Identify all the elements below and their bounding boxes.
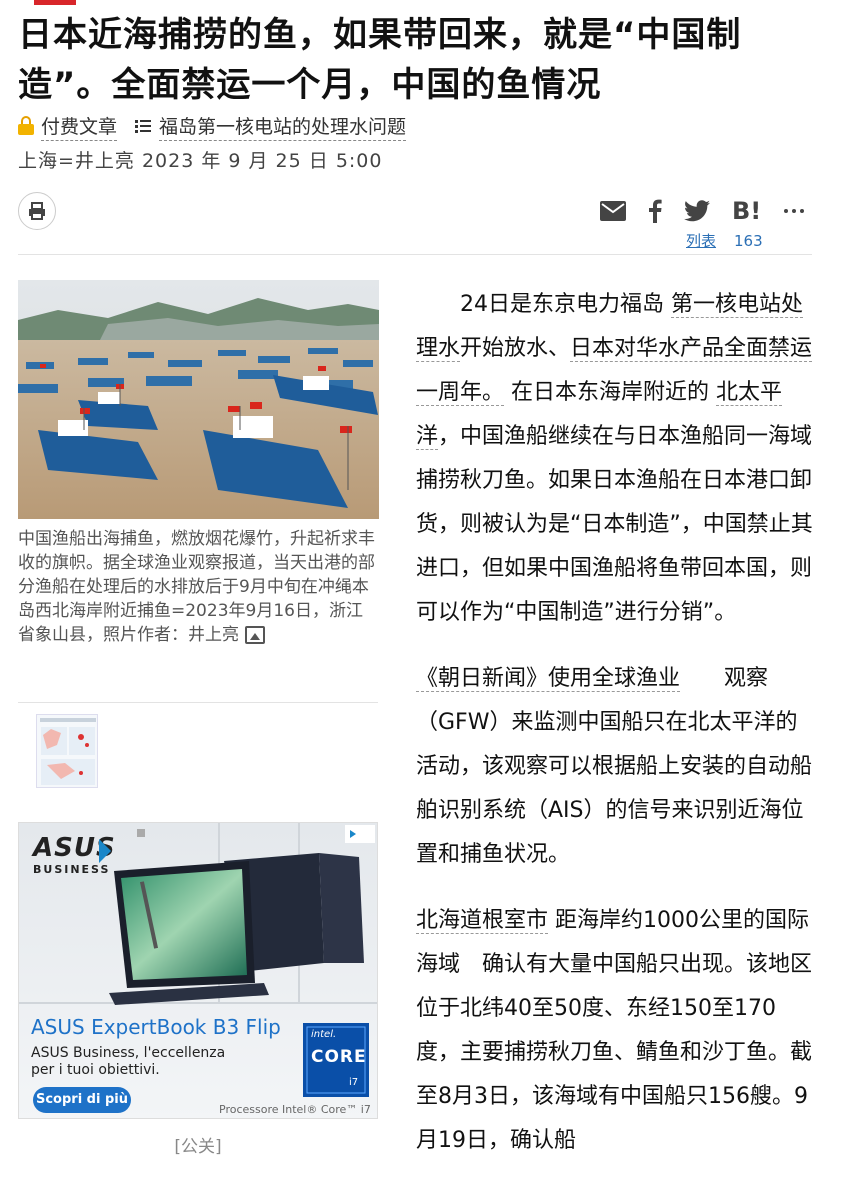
share-bar: B! [600, 196, 805, 226]
fishing-boats-image [18, 280, 379, 519]
ad-tagline: ASUS Business, l'eccellenza per i tuoi o… [31, 1045, 226, 1078]
text-run: ，中国渔船继续在与日本渔船同一海域捕捞秋刀鱼。如果日本渔船在日本港口卸货，则被认… [416, 424, 813, 625]
category-tag [34, 0, 76, 5]
byline: 上海=井上亮 2023 年 9 月 25 日 5:00 [18, 150, 383, 172]
article-body: 24日是东京电力福岛 第一核电站处理水开始放水、日本对华水产品全面禁运一周年。 … [416, 283, 816, 1185]
topic-link[interactable]: 福岛第一核电站的处理水问题 [159, 112, 407, 141]
text-run: 开始放水、 [460, 336, 571, 361]
i7-label: i7 [349, 1077, 359, 1088]
ad-cta-button[interactable]: Scopri di più [33, 1087, 131, 1113]
photo-caption: 中国渔船出海捕鱼，燃放烟花爆竹，升起祈求丰收的旗帜。据全球渔业观察报道，当天出港… [18, 527, 378, 647]
share-count-row: 列表 163 [686, 230, 763, 251]
article-meta: 付费文章 福岛第一核电站的处理水问题 [18, 112, 407, 141]
divider [18, 254, 812, 255]
map-image [37, 715, 97, 787]
paid-article-link[interactable]: 付费文章 [41, 112, 118, 141]
paragraph-2: 《朝日新闻》使用全球渔业 观察（GFW）来监测中国船只在北太平洋的活动，该观察可… [416, 657, 816, 877]
facebook-icon[interactable] [648, 199, 662, 223]
divider [18, 702, 378, 703]
text-run: 距海岸约1000公里的国际海域 确认有大量中国船只出现。该地区位于北纬40至50… [416, 908, 813, 1153]
print-button[interactable] [18, 192, 56, 230]
intel-logo: intel. [311, 1029, 337, 1040]
article-photo[interactable] [18, 280, 379, 519]
brand-chevron-icon [99, 839, 111, 863]
bookmark-count: 163 [734, 232, 763, 250]
text-run: 在日本东海岸附近的 [504, 380, 717, 405]
hatena-bookmark-icon[interactable]: B! [732, 197, 761, 225]
mail-icon[interactable] [600, 201, 626, 221]
list-icon [135, 119, 152, 133]
ad-label: [公关] [174, 1137, 222, 1157]
map-thumbnail[interactable] [36, 714, 98, 788]
list-link[interactable]: 列表 [686, 232, 716, 250]
paragraph-1: 24日是东京电力福岛 第一核电站处理水开始放水、日本对华水产品全面禁运一周年。 … [416, 283, 816, 635]
more-icon[interactable] [783, 208, 805, 214]
advertisement[interactable]: ASUS BUSINESS ASUS ExpertBook B3 Flip AS… [18, 822, 378, 1119]
photo-caption-text: 中国渔船出海捕鱼，燃放烟花爆竹，升起祈求丰收的旗帜。据全球渔业观察报道，当天出港… [18, 529, 375, 645]
ad-product-name: ASUS ExpertBook B3 Flip [31, 1015, 281, 1039]
keyword-link-asahi-gfw[interactable]: 《朝日新闻》使用全球渔业 [416, 666, 681, 692]
lock-icon [18, 116, 34, 136]
paragraph-3: 北海道根室市 距海岸约1000公里的国际海域 确认有大量中国船只出现。该地区位于… [416, 899, 816, 1163]
text-run: 24日是东京电力福岛 [460, 292, 671, 317]
printer-icon [29, 202, 45, 220]
ad-footer: Processore Intel® Core™ i7 [219, 1103, 371, 1116]
gallery-icon[interactable] [245, 626, 265, 644]
keyword-link-nemuro[interactable]: 北海道根室市 [416, 908, 549, 934]
text-run: 观察（GFW）来监测中国船只在北太平洋的活动，该观察可以根据船上安装的自动船舶识… [416, 666, 813, 867]
twitter-icon[interactable] [684, 200, 710, 222]
core-label: CORE [311, 1047, 367, 1067]
article-headline: 日本近海捕捞的鱼，如果带回来，就是“中国制造”。全面禁运一个月，中国的鱼情况 [18, 15, 742, 105]
asus-business-label: BUSINESS [33, 863, 111, 876]
